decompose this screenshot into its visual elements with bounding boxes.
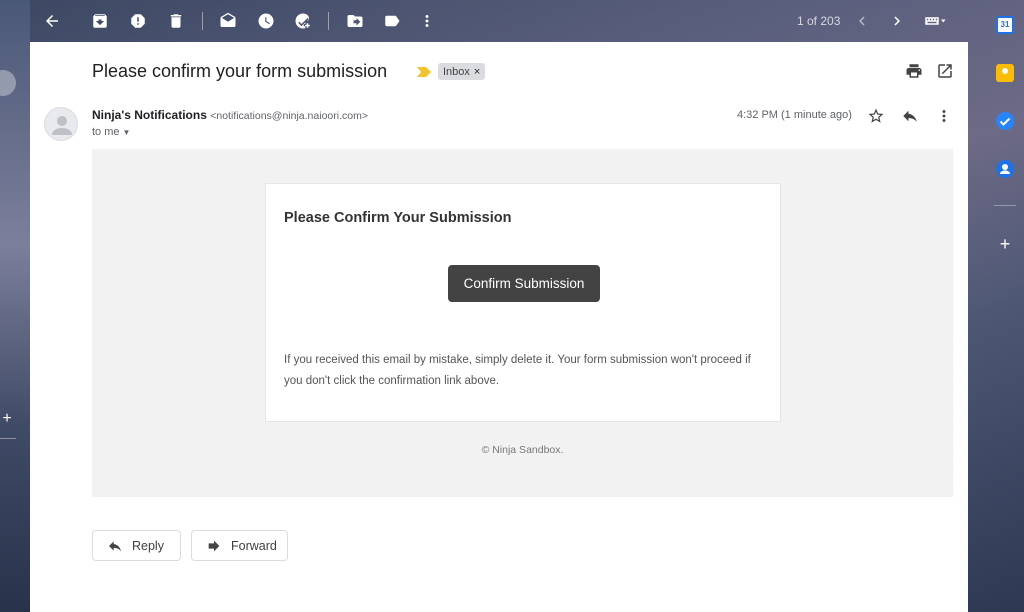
message-card: Please Confirm Your Submission Confirm S… xyxy=(265,183,781,422)
message-footer: © Ninja Sandbox. xyxy=(481,444,564,456)
labels-icon[interactable] xyxy=(381,10,403,32)
importance-marker-icon[interactable] xyxy=(417,67,431,77)
inbox-label-chip: Inbox × xyxy=(438,63,486,80)
label-text: Inbox xyxy=(443,65,470,78)
message-title: Please Confirm Your Submission xyxy=(284,210,512,226)
toolbar-separator xyxy=(328,12,329,30)
more-options-icon[interactable] xyxy=(934,106,954,126)
archive-icon[interactable] xyxy=(89,10,111,32)
email-timestamp: 4:32 PM (1 minute ago) xyxy=(737,109,852,121)
move-to-icon[interactable] xyxy=(344,10,366,32)
snooze-icon[interactable] xyxy=(255,10,277,32)
report-spam-icon[interactable] xyxy=(127,10,149,32)
sender-avatar[interactable] xyxy=(44,107,78,141)
print-icon[interactable] xyxy=(904,61,924,81)
more-vert-icon[interactable] xyxy=(416,10,438,32)
remove-label-icon[interactable]: × xyxy=(474,66,480,78)
confirm-submission-button[interactable]: Confirm Submission xyxy=(448,265,600,302)
newer-chevron-icon[interactable] xyxy=(851,10,873,32)
message-counter: 1 of 203 xyxy=(797,14,841,28)
left-divider xyxy=(0,438,16,439)
email-body: Please Confirm Your Submission Confirm S… xyxy=(92,149,953,497)
reply-icon[interactable] xyxy=(900,106,920,126)
recipient-details[interactable]: to me ▼ xyxy=(92,126,130,138)
star-icon[interactable] xyxy=(866,106,886,126)
older-chevron-icon[interactable] xyxy=(886,10,908,32)
calendar-day: 31 xyxy=(1000,20,1010,29)
tasks-icon[interactable] xyxy=(996,112,1014,130)
recipient-label: to me xyxy=(92,126,120,138)
email-view: Please confirm your form submission Inbo… xyxy=(30,42,968,612)
contacts-icon[interactable] xyxy=(996,160,1014,178)
caret-down-icon[interactable]: ▼ xyxy=(123,128,131,137)
keep-icon[interactable] xyxy=(996,64,1014,82)
reply-label: Reply xyxy=(132,538,164,553)
email-toolbar: 1 of 203 xyxy=(30,0,968,42)
forward-arrow-icon xyxy=(208,540,220,551)
forward-button[interactable]: Forward xyxy=(191,530,288,561)
reply-arrow-icon xyxy=(109,540,121,551)
get-addons-button[interactable]: + xyxy=(996,234,1014,255)
open-new-window-icon[interactable] xyxy=(935,61,955,81)
back-arrow-icon[interactable] xyxy=(41,10,63,32)
left-add-button[interactable]: + xyxy=(0,410,14,428)
side-panel: 31 + xyxy=(982,0,1024,612)
sender-line: Ninja's Notifications <notifications@nin… xyxy=(92,108,368,122)
calendar-icon[interactable]: 31 xyxy=(996,16,1014,34)
toolbar-separator xyxy=(202,12,203,30)
input-tools-icon[interactable] xyxy=(920,10,950,32)
add-to-tasks-icon[interactable] xyxy=(292,10,314,32)
sender-email: <notifications@ninja.naioori.com> xyxy=(210,110,368,122)
sender-name[interactable]: Ninja's Notifications xyxy=(92,108,207,122)
forward-label: Forward xyxy=(231,538,277,553)
mark-unread-icon[interactable] xyxy=(217,10,239,32)
message-note: If you received this email by mistake, s… xyxy=(284,354,751,387)
email-subject: Please confirm your form submission xyxy=(92,61,388,81)
side-divider xyxy=(994,205,1016,206)
reply-button[interactable]: Reply xyxy=(92,530,181,561)
delete-icon[interactable] xyxy=(165,10,187,32)
